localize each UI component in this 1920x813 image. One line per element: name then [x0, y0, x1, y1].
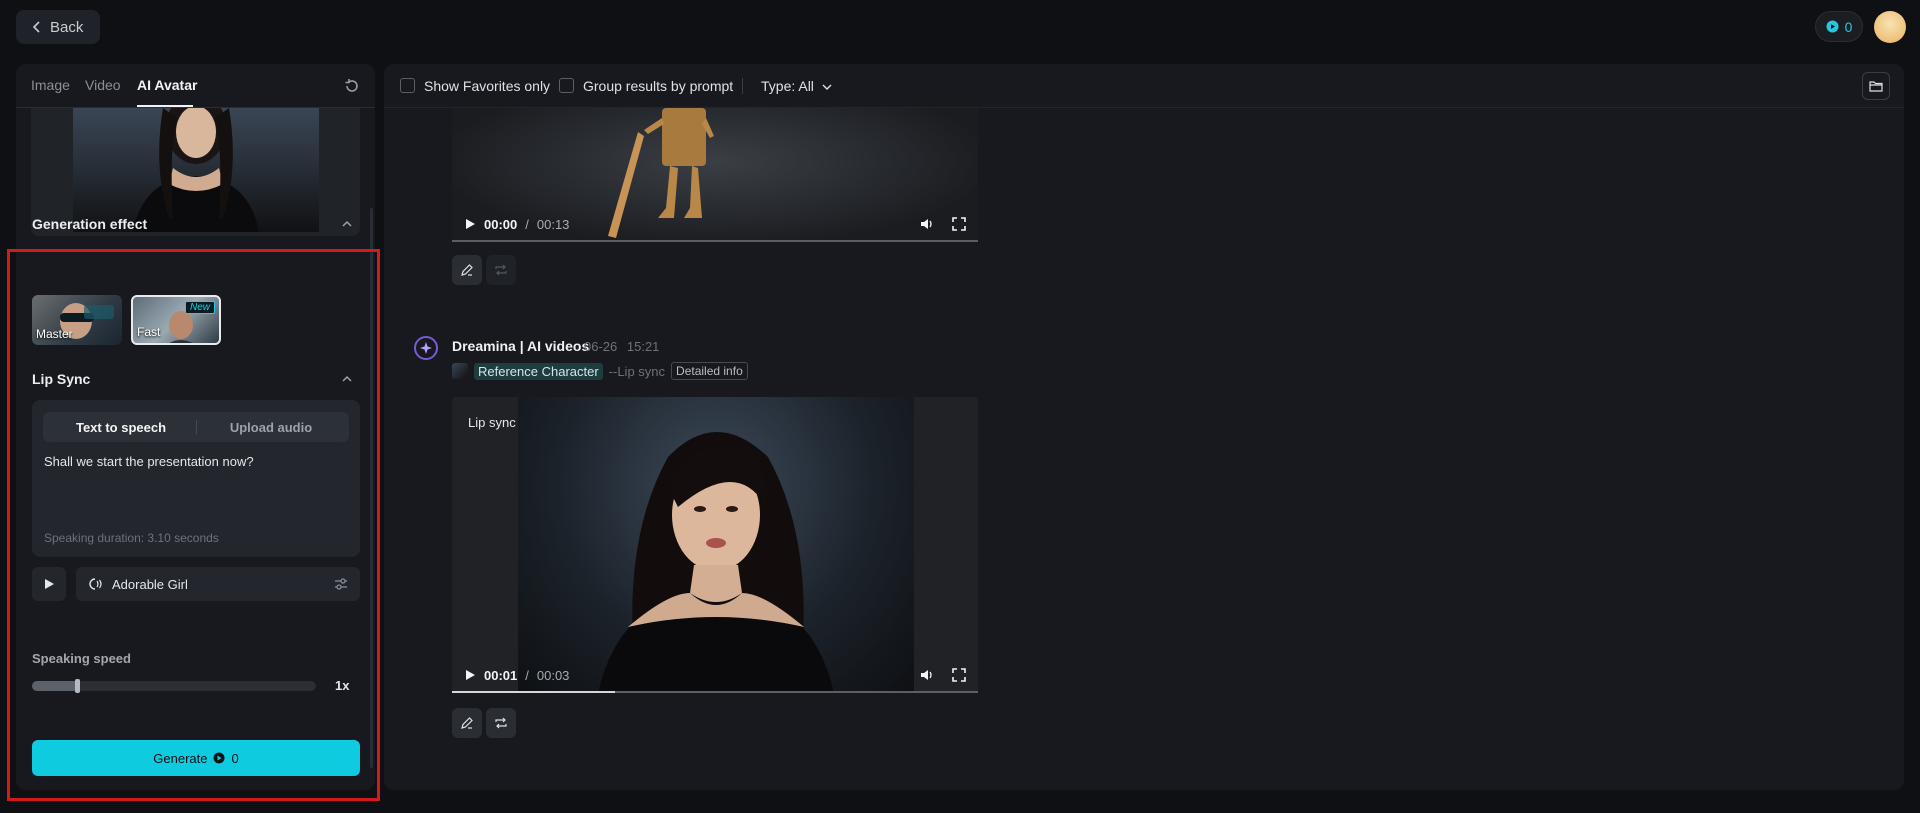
voice-select[interactable]: Adorable Girl [76, 567, 360, 601]
repeat-icon [495, 717, 507, 729]
speaking-speed-label: Speaking speed [32, 651, 131, 666]
lip-sync-title: Lip Sync [32, 371, 91, 387]
credits-badge[interactable]: 0 [1815, 11, 1863, 42]
effect-fast-card[interactable]: New Fast [131, 295, 221, 345]
tab-image[interactable]: Image [31, 77, 70, 93]
play-icon [45, 579, 54, 589]
type-filter-label: Type: All [761, 78, 814, 94]
current-time: 00:01 [484, 667, 518, 683]
type-filter[interactable]: Type: All [761, 78, 832, 94]
slider-fill [32, 681, 78, 691]
slider-handle[interactable] [75, 679, 81, 693]
reference-thumbnail [452, 363, 468, 379]
effect-master-card[interactable]: Master [32, 295, 122, 345]
volume-icon[interactable] [920, 217, 934, 231]
voice-icon [89, 578, 102, 590]
user-avatar[interactable] [1874, 11, 1906, 43]
group-checkbox[interactable] [559, 78, 574, 93]
generate-cost: 0 [231, 750, 239, 766]
tab-video[interactable]: Video [85, 77, 121, 93]
video-progress-fill [452, 691, 616, 693]
credit-coin-icon [1826, 20, 1839, 33]
generate-label: Generate [153, 750, 208, 766]
fullscreen-icon[interactable] [952, 217, 966, 231]
speech-text-input[interactable]: Shall we start the presentation now? [44, 454, 254, 469]
folder-icon [1869, 81, 1883, 92]
play-icon[interactable] [464, 218, 476, 230]
fullscreen-icon[interactable] [952, 668, 966, 682]
video-frame [518, 397, 914, 693]
credit-coin-icon [213, 752, 225, 764]
chevron-down-icon [822, 84, 832, 90]
regenerate-button[interactable] [486, 255, 516, 285]
voice-name: Adorable Girl [112, 576, 188, 592]
play-icon[interactable] [464, 669, 476, 681]
back-label: Back [50, 18, 84, 36]
mode-tabs: Image Video AI Avatar [16, 64, 375, 108]
credits-count: 0 [1844, 18, 1853, 35]
filter-divider [742, 78, 743, 94]
lip-sync-box: Text to speech Upload audio Shall we sta… [32, 400, 360, 557]
tab-underline [137, 105, 193, 107]
filter-bar: Show Favorites only Group results by pro… [384, 64, 1904, 108]
video-controls: 00:01 / 00:03 [452, 657, 978, 693]
tab-text-to-speech[interactable]: Text to speech [46, 415, 196, 439]
dreamina-logo-icon [414, 336, 438, 360]
video-player-1[interactable]: 00:00 / 00:13 [452, 108, 978, 242]
total-time: 00:03 [536, 667, 570, 683]
generation-title: Dreamina | AI videos [452, 338, 590, 354]
reference-character-tag[interactable]: Reference Character [474, 362, 603, 380]
edit-button[interactable] [452, 708, 482, 738]
generation-time: 15:21 [626, 339, 660, 354]
sliders-icon[interactable] [334, 577, 348, 591]
speaking-speed-value: 1x [335, 678, 350, 693]
time-separator: / [525, 216, 529, 232]
lip-sync-tag: Lip sync [468, 415, 516, 430]
current-time: 00:00 [484, 216, 518, 232]
video-progress-track[interactable] [452, 240, 978, 242]
tab-upload-audio[interactable]: Upload audio [196, 415, 346, 439]
chevron-up-icon[interactable] [341, 373, 353, 385]
pencil-icon [461, 717, 473, 729]
speaking-duration: Speaking duration: 3.10 seconds [44, 531, 219, 545]
effect-fast-label: Fast [137, 325, 161, 339]
results-panel: Show Favorites only Group results by pro… [384, 64, 1904, 790]
avatar-image [73, 108, 319, 232]
left-panel: Image Video AI Avatar Generation effect … [16, 64, 375, 790]
tab-ai-avatar[interactable]: AI Avatar [137, 77, 197, 93]
play-voice-button[interactable] [32, 567, 66, 601]
mode-tag: --Lip sync [608, 363, 666, 379]
lip-sync-mode-toggle: Text to speech Upload audio [43, 412, 349, 442]
favorites-checkbox[interactable] [400, 78, 415, 93]
generation-effect-title: Generation effect [32, 216, 148, 232]
folder-button[interactable] [1862, 72, 1890, 100]
video-player-2[interactable]: Lip sync 00:01 / 00:03 [452, 397, 978, 693]
speaking-speed-slider[interactable] [32, 679, 316, 693]
repeat-icon [495, 264, 507, 276]
chevron-up-icon[interactable] [341, 218, 353, 230]
edit-button[interactable] [452, 255, 482, 285]
generate-button[interactable]: Generate 0 [32, 740, 360, 776]
volume-icon[interactable] [920, 668, 934, 682]
generation-datetime: 06-26 15:21 [584, 339, 659, 354]
video-controls: 00:00 / 00:13 [452, 206, 978, 242]
pencil-icon [461, 264, 473, 276]
total-time: 00:13 [536, 216, 570, 232]
detailed-info-button[interactable]: Detailed info [671, 362, 748, 380]
scrollbar[interactable] [370, 208, 373, 768]
effect-master-label: Master [36, 327, 73, 341]
time-separator: / [525, 667, 529, 683]
regenerate-button[interactable] [486, 708, 516, 738]
back-button[interactable]: Back [16, 10, 100, 44]
chevron-left-icon [32, 21, 40, 33]
new-badge: New [184, 301, 215, 314]
generation-date: 06-26 [584, 339, 618, 354]
reset-icon[interactable] [343, 77, 361, 95]
group-label[interactable]: Group results by prompt [583, 78, 733, 94]
generation-prompt: Reference Character --Lip sync Detailed … [452, 362, 748, 380]
favorites-label[interactable]: Show Favorites only [424, 78, 550, 94]
